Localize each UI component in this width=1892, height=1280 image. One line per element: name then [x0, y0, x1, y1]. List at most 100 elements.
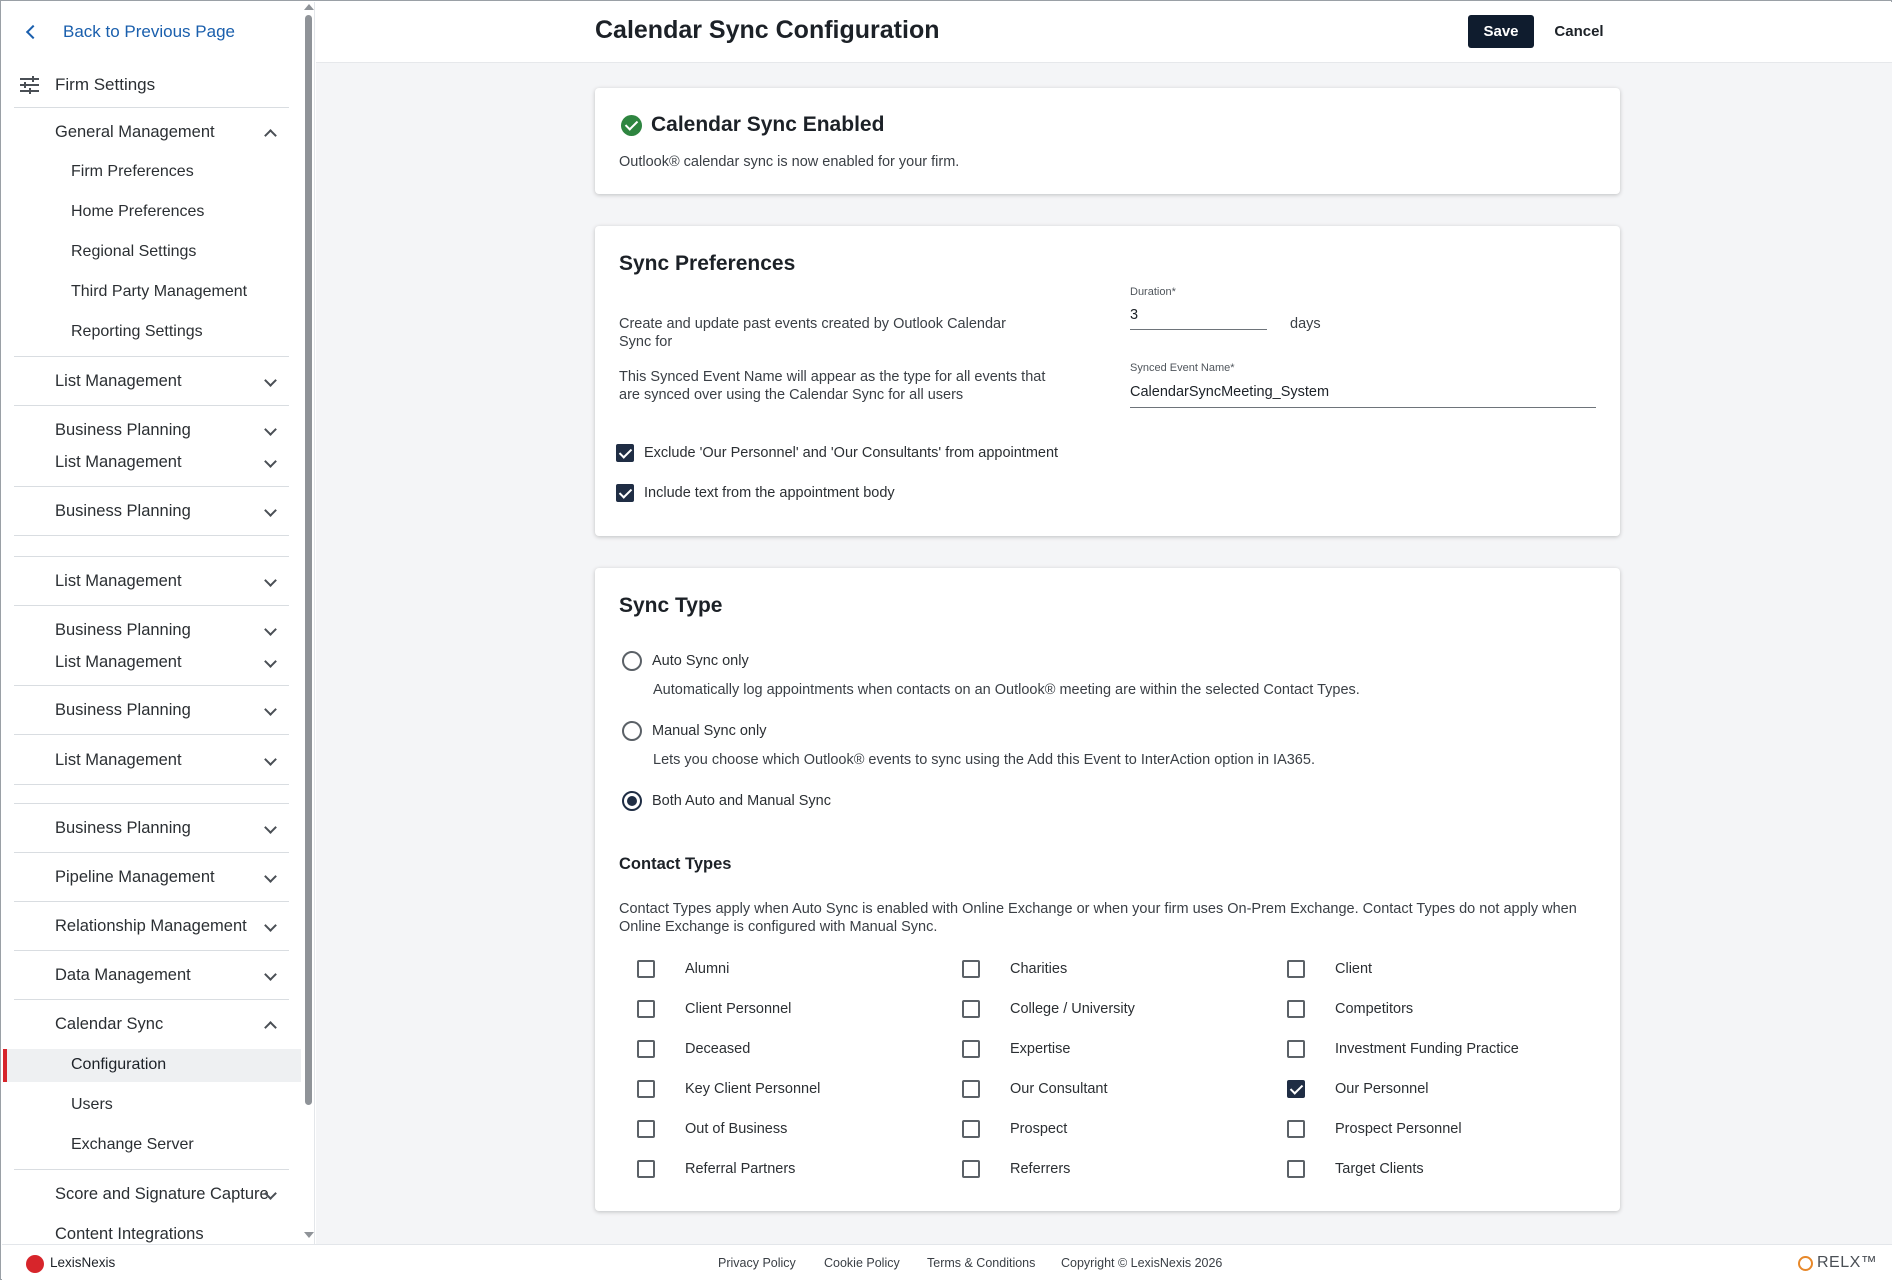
contact-type-checkbox-our-consultant[interactable] — [962, 1080, 980, 1098]
sidebar-group-list-management[interactable]: List Management — [55, 450, 285, 474]
chevron-down-icon — [264, 821, 277, 834]
contact-type-checkbox-client-personnel[interactable] — [637, 1000, 655, 1018]
sidebar-item-home-preferences[interactable]: Home Preferences — [71, 200, 204, 224]
contact-type-checkbox-client[interactable] — [1287, 960, 1305, 978]
group-label: Business Planning — [55, 501, 191, 520]
sidebar-group-list-management[interactable]: List Management — [55, 748, 285, 772]
contact-type-checkbox-prospect-personnel[interactable] — [1287, 1120, 1305, 1138]
group-label: Relationship Management — [55, 916, 247, 935]
footer: LexisNexis Privacy Policy Cookie Policy … — [2, 1244, 1892, 1280]
privacy-policy-link[interactable]: Privacy Policy — [718, 1256, 796, 1270]
main-content: Calendar Sync Configuration Save Cancel … — [316, 2, 1892, 1244]
divider — [14, 685, 289, 686]
sidebar-group-relationship-management[interactable]: Relationship Management — [55, 914, 285, 938]
sidebar-group-list-management[interactable]: List Management — [55, 369, 285, 393]
sidebar-item-configuration[interactable]: Configuration — [71, 1053, 166, 1077]
sidebar-group-business-planning[interactable]: Business Planning — [55, 499, 285, 523]
contact-type-checkbox-alumni[interactable] — [637, 960, 655, 978]
event-name-underline — [1130, 407, 1596, 408]
divider — [14, 901, 289, 902]
contact-type-checkbox-expertise[interactable] — [962, 1040, 980, 1058]
copyright-text: Copyright © LexisNexis 2026 — [1061, 1256, 1223, 1270]
page-title: Calendar Sync Configuration — [595, 16, 940, 44]
manual-sync-label: Manual Sync only — [652, 723, 767, 739]
sidebar-group-list-management[interactable]: List Management — [55, 650, 285, 674]
sidebar-item-regional-settings[interactable]: Regional Settings — [71, 240, 196, 264]
group-label: Business Planning — [55, 420, 191, 439]
preferences-title: Sync Preferences — [619, 252, 796, 275]
sidebar-item-exchange-server[interactable]: Exchange Server — [71, 1133, 194, 1157]
auto-sync-description: Automatically log appointments when cont… — [653, 682, 1360, 698]
contact-type-checkbox-investment-funding-practice[interactable] — [1287, 1040, 1305, 1058]
chevron-left-icon — [25, 24, 41, 40]
radio-both-sync[interactable] — [622, 791, 642, 811]
sidebar-group-score-signature[interactable]: Score and Signature Capture — [55, 1182, 285, 1206]
contact-type-checkbox-referral-partners[interactable] — [637, 1160, 655, 1178]
contact-type-checkbox-our-personnel[interactable] — [1287, 1080, 1305, 1098]
duration-input[interactable] — [1130, 304, 1260, 326]
chevron-down-icon — [264, 870, 277, 883]
sidebar-group-calendar-sync[interactable]: Calendar Sync — [55, 1012, 285, 1036]
sidebar-item-users[interactable]: Users — [71, 1093, 113, 1117]
terms-link[interactable]: Terms & Conditions — [927, 1256, 1035, 1270]
sidebar-group-business-planning[interactable]: Business Planning — [55, 698, 285, 722]
divider — [14, 405, 289, 406]
sidebar-group-pipeline-management[interactable]: Pipeline Management — [55, 865, 285, 889]
contact-type-checkbox-out-of-business[interactable] — [637, 1120, 655, 1138]
divider — [14, 535, 289, 536]
sidebar-item-reporting-settings[interactable]: Reporting Settings — [71, 320, 203, 344]
chevron-up-icon — [264, 1021, 277, 1034]
scroll-up-icon[interactable] — [304, 4, 314, 10]
contact-type-label-alumni: Alumni — [685, 961, 730, 977]
chevron-down-icon — [264, 919, 277, 932]
firm-settings-heading[interactable]: Firm Settings — [20, 72, 155, 98]
sidebar-group-business-planning[interactable]: Business Planning — [55, 618, 285, 642]
contact-type-checkbox-prospect[interactable] — [962, 1120, 980, 1138]
sidebar-group-list-management[interactable]: List Management — [55, 569, 285, 593]
sidebar-item-third-party-management[interactable]: Third Party Management — [71, 280, 247, 304]
divider — [14, 852, 289, 853]
brand-name: LexisNexis — [50, 1255, 116, 1270]
sidebar-group-general-management[interactable]: General Management — [55, 120, 285, 144]
sidebar-item-firm-preferences[interactable]: Firm Preferences — [71, 160, 194, 184]
radio-manual-sync[interactable] — [622, 721, 642, 741]
group-label: List Management — [55, 571, 182, 590]
radio-auto-sync[interactable] — [622, 651, 642, 671]
contact-type-checkbox-competitors[interactable] — [1287, 1000, 1305, 1018]
sidebar-group-content-integrations[interactable]: Content Integrations — [55, 1222, 285, 1244]
duration-unit: days — [1290, 316, 1321, 332]
group-label: List Management — [55, 371, 182, 390]
contact-type-checkbox-referrers[interactable] — [962, 1160, 980, 1178]
include-body-checkbox[interactable] — [616, 484, 634, 502]
contact-type-label-our-consultant: Our Consultant — [1010, 1081, 1108, 1097]
sidebar-scrollbar[interactable] — [302, 2, 314, 1244]
contact-type-label-competitors: Competitors — [1335, 1001, 1414, 1017]
contact-type-checkbox-target-clients[interactable] — [1287, 1160, 1305, 1178]
sync-type-title: Sync Type — [619, 594, 723, 617]
group-label: General Management — [55, 122, 215, 141]
contact-type-checkbox-deceased[interactable] — [637, 1040, 655, 1058]
check-circle-icon — [621, 115, 642, 136]
chevron-down-icon — [264, 623, 277, 636]
divider — [14, 784, 289, 785]
cancel-button[interactable]: Cancel — [1546, 15, 1612, 48]
save-button[interactable]: Save — [1468, 15, 1534, 48]
group-label: Business Planning — [55, 700, 191, 719]
scrollbar-thumb[interactable] — [305, 15, 312, 1105]
contact-type-checkbox-key-client-personnel[interactable] — [637, 1080, 655, 1098]
exclude-personnel-checkbox[interactable] — [616, 444, 634, 462]
sidebar-group-data-management[interactable]: Data Management — [55, 963, 285, 987]
contact-type-label-referral-partners: Referral Partners — [685, 1161, 796, 1177]
contact-type-label-out-of-business: Out of Business — [685, 1121, 788, 1137]
event-name-input[interactable] — [1130, 381, 1590, 403]
contact-type-checkbox-college-university[interactable] — [962, 1000, 980, 1018]
scroll-down-icon[interactable] — [304, 1232, 314, 1238]
relx-logo-icon — [1798, 1256, 1813, 1271]
sidebar-group-business-planning[interactable]: Business Planning — [55, 418, 285, 442]
divider — [14, 605, 289, 606]
cookie-policy-link[interactable]: Cookie Policy — [824, 1256, 900, 1270]
divider — [14, 950, 289, 951]
sidebar-group-business-planning[interactable]: Business Planning — [55, 816, 285, 840]
back-link[interactable]: Back to Previous Page — [24, 19, 235, 45]
contact-type-checkbox-charities[interactable] — [962, 960, 980, 978]
